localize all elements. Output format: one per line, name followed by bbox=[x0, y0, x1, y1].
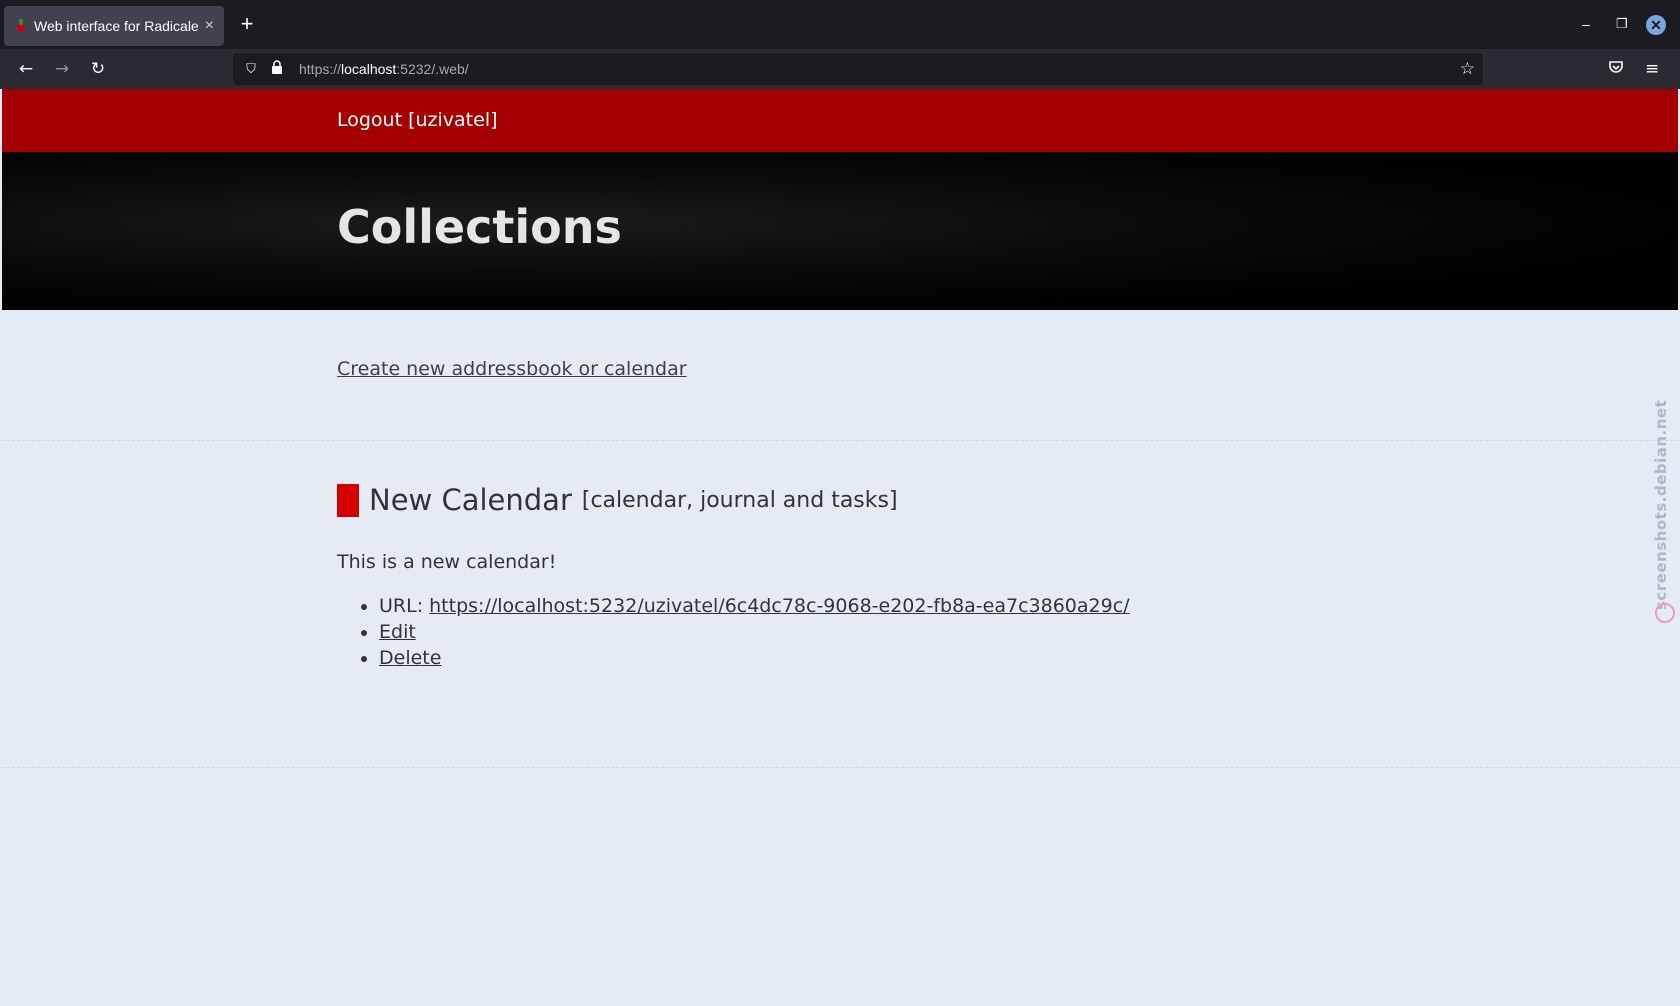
forward-button[interactable]: → bbox=[52, 59, 72, 79]
browser-tab[interactable]: Web interface for Radicale × bbox=[4, 6, 224, 46]
page-viewport: Logout [uzivatel] Collections Create new… bbox=[2, 89, 1678, 1006]
collection-kind: [calendar, journal and tasks] bbox=[581, 487, 898, 513]
pocket-icon[interactable] bbox=[1608, 59, 1624, 80]
window-close-button[interactable]: ✕ bbox=[1646, 15, 1666, 35]
address-bar-url[interactable]: https://localhost:5232/.web/ bbox=[299, 61, 469, 77]
shield-icon[interactable]: ⛉ bbox=[241, 62, 261, 77]
page-header: Collections bbox=[2, 152, 1678, 310]
lock-icon-svg bbox=[272, 60, 282, 74]
collection-delete-item: Delete bbox=[379, 645, 1130, 671]
collection-name: New Calendar bbox=[369, 483, 572, 517]
delete-collection-link[interactable]: Delete bbox=[379, 647, 441, 669]
lock-icon[interactable] bbox=[267, 60, 287, 78]
section-divider-bottom bbox=[2, 767, 1678, 768]
collection-color-swatch bbox=[337, 483, 359, 517]
pocket-icon-svg bbox=[1609, 61, 1623, 73]
watermark-logo-icon bbox=[1655, 603, 1675, 623]
edit-collection-link[interactable]: Edit bbox=[379, 621, 416, 643]
collection-header: New Calendar [calendar, journal and task… bbox=[337, 483, 898, 517]
collection-description: This is a new calendar! bbox=[337, 551, 557, 573]
logout-link[interactable]: Logout [uzivatel] bbox=[337, 109, 498, 131]
collection-url-label: URL: bbox=[379, 595, 430, 617]
hamburger-menu-icon[interactable]: ≡ bbox=[1645, 59, 1659, 79]
new-tab-button[interactable]: + bbox=[236, 13, 258, 35]
url-scheme: https:// bbox=[299, 61, 342, 77]
address-bar[interactable]: ⛉ https://localhost:5232/.web/ ☆ bbox=[233, 53, 1483, 85]
bookmark-star-icon[interactable]: ☆ bbox=[1460, 59, 1475, 79]
collection-url-link[interactable]: https://localhost:5232/uzivatel/6c4dc78c… bbox=[429, 595, 1129, 617]
back-button[interactable]: ← bbox=[16, 59, 36, 79]
page-title: Collections bbox=[337, 200, 622, 254]
url-path: :5232/.web/ bbox=[396, 61, 469, 77]
window-maximize-button[interactable]: ❐ bbox=[1616, 14, 1628, 34]
browser-tab-strip: Web interface for Radicale × + – ❐ ✕ bbox=[0, 0, 1680, 49]
window-minimize-button[interactable]: – bbox=[1582, 14, 1590, 34]
create-collection-link[interactable]: Create new addressbook or calendar bbox=[337, 358, 687, 380]
radicale-favicon-icon bbox=[16, 19, 26, 33]
collection-edit-item: Edit bbox=[379, 619, 1130, 645]
collection-properties: URL: https://localhost:5232/uzivatel/6c4… bbox=[357, 593, 1130, 671]
section-divider bbox=[2, 440, 1678, 441]
tab-close-icon[interactable]: × bbox=[205, 18, 214, 34]
url-host: localhost bbox=[341, 61, 397, 77]
collection-url-item: URL: https://localhost:5232/uzivatel/6c4… bbox=[379, 593, 1130, 619]
tab-title: Web interface for Radicale bbox=[34, 18, 199, 34]
reload-button[interactable]: ↻ bbox=[88, 59, 108, 79]
browser-navigation-bar: ← → ↻ ⛉ https://localhost:5232/.web/ ☆ ≡ bbox=[0, 49, 1680, 89]
watermark-text: screenshots.debian.net bbox=[1652, 399, 1670, 610]
logout-bar: Logout [uzivatel] bbox=[2, 89, 1678, 152]
